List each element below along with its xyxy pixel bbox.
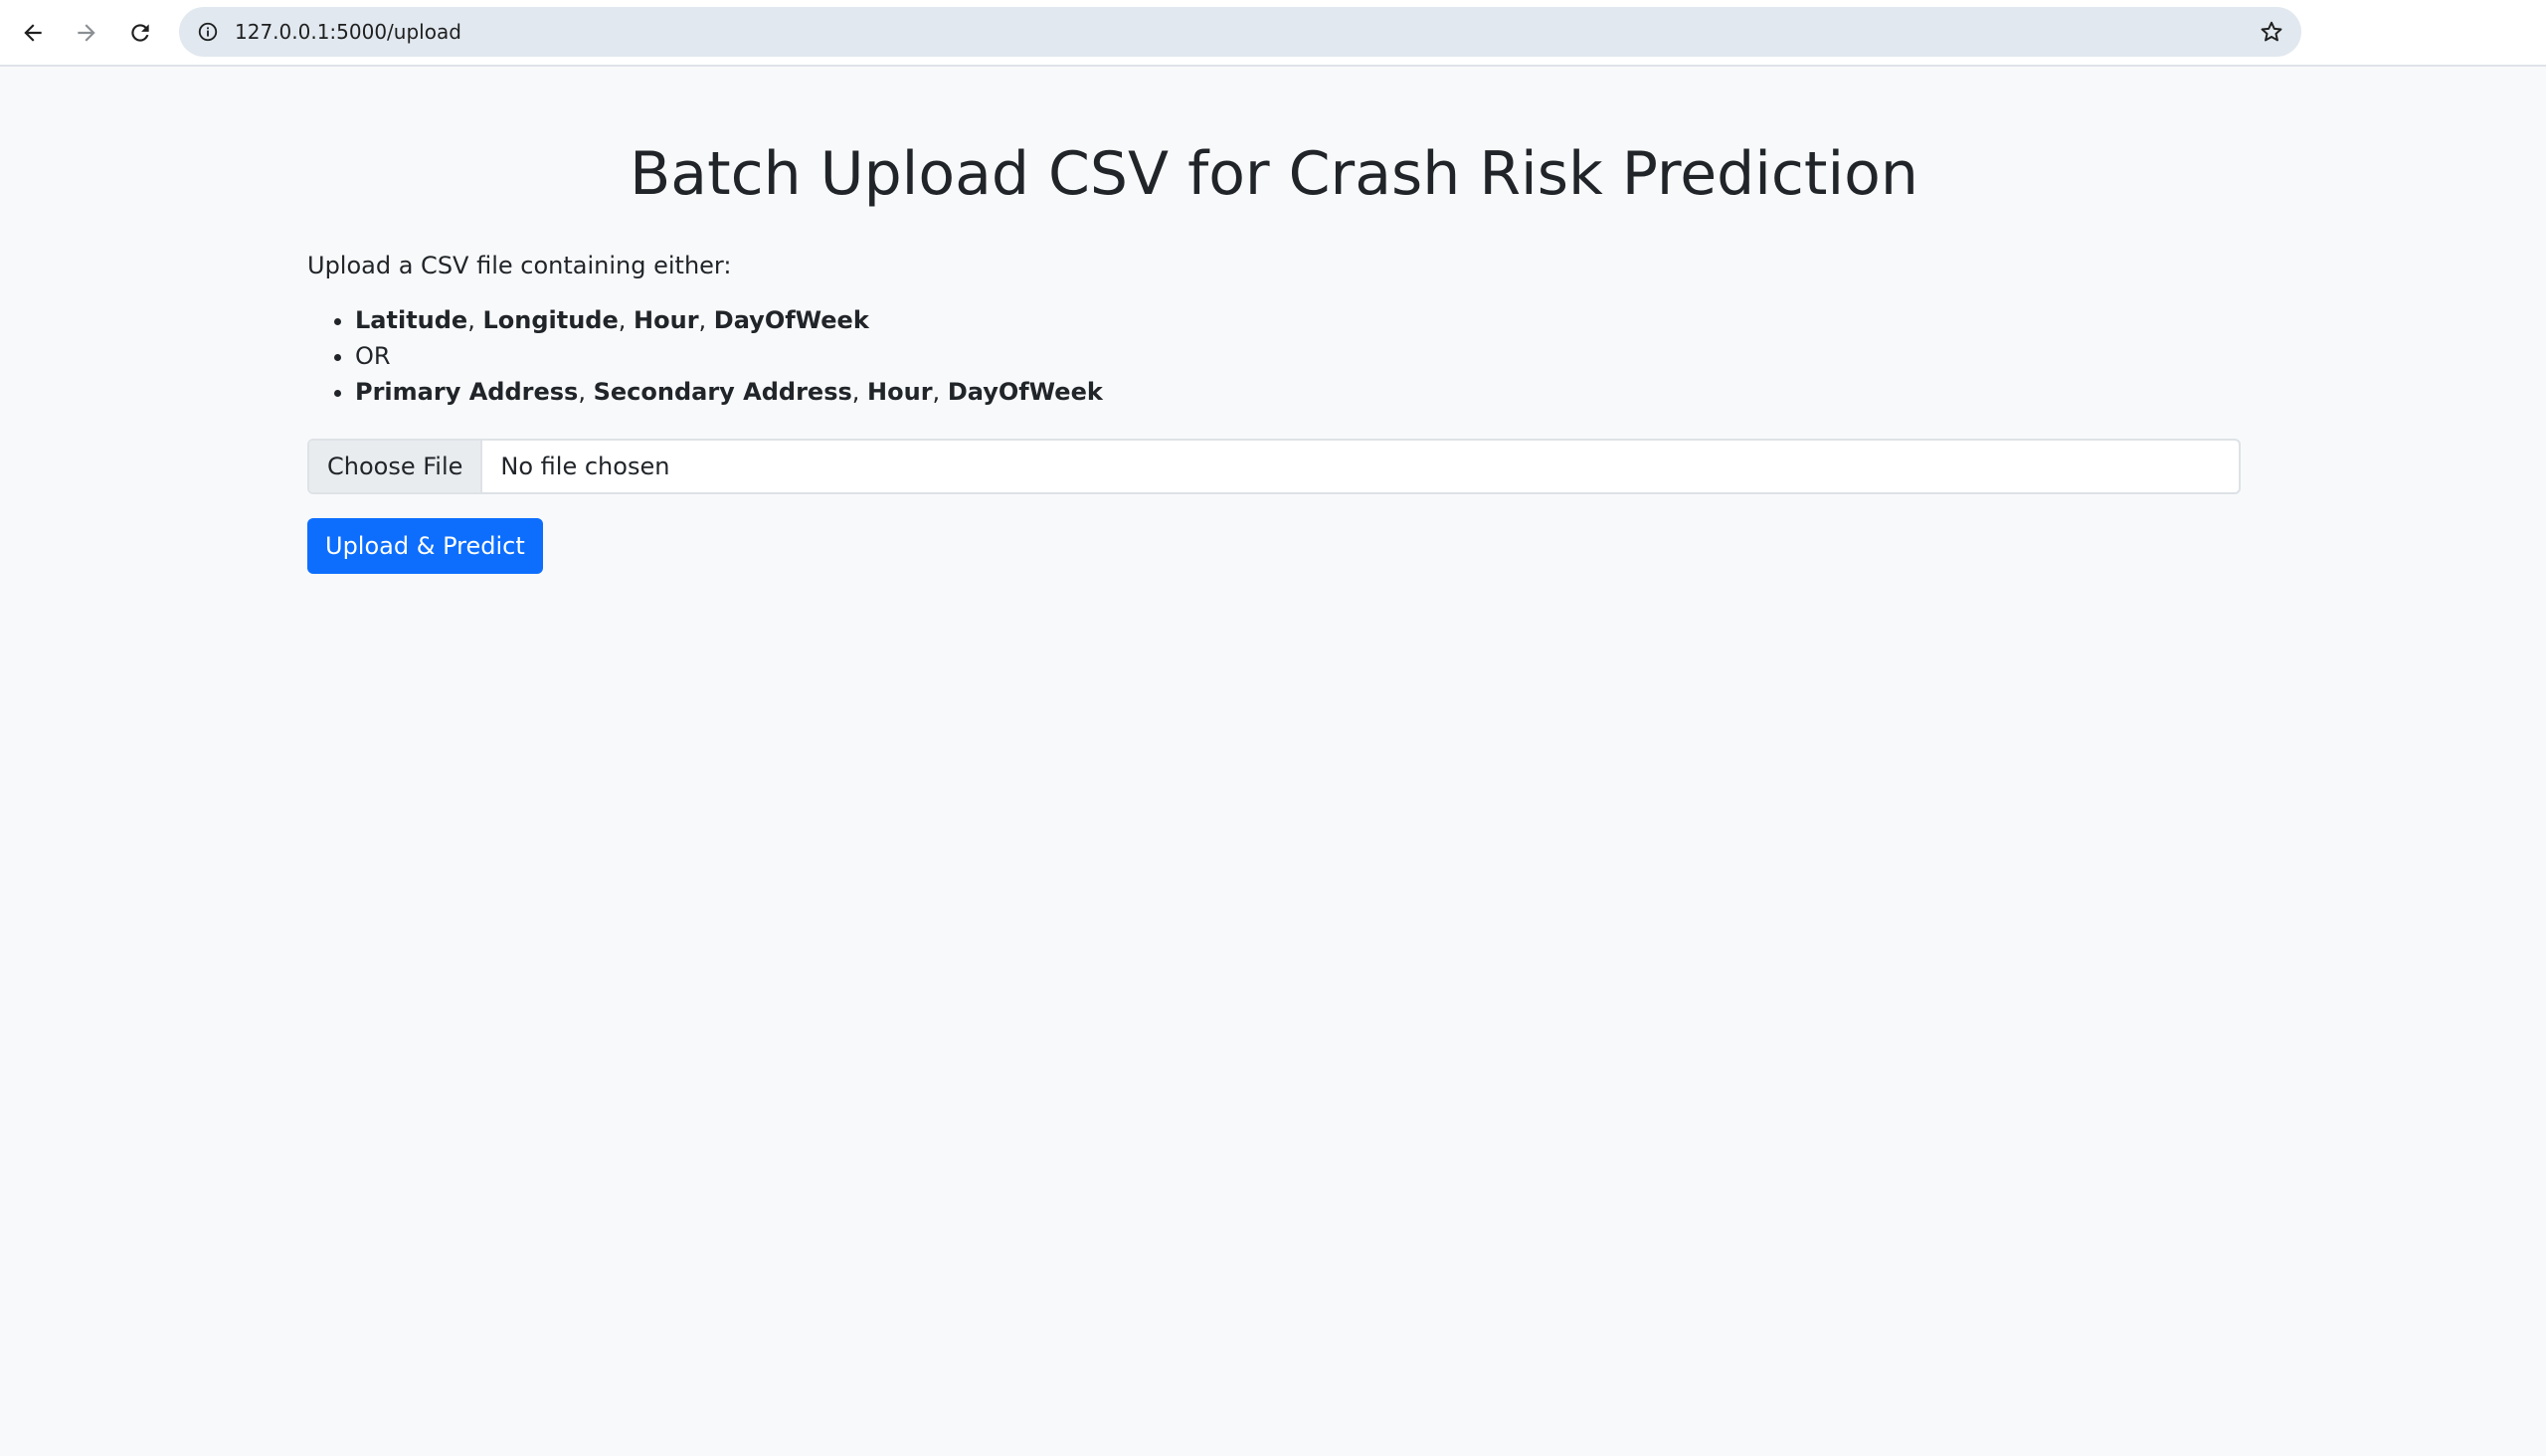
column-name: Hour: [634, 306, 699, 334]
star-icon: [2261, 21, 2282, 42]
list-item: Latitude, Longitude, Hour, DayOfWeek: [355, 302, 1103, 338]
file-input[interactable]: Choose File No file chosen: [307, 439, 2241, 494]
url-text[interactable]: 127.0.0.1:5000/upload: [235, 7, 461, 57]
column-name: Longitude: [482, 306, 619, 334]
arrow-left-icon: [24, 24, 42, 42]
forward-button[interactable]: [66, 12, 107, 54]
page-title: Batch Upload CSV for Crash Risk Predicti…: [630, 139, 1918, 209]
file-status-text: No file chosen: [500, 453, 670, 480]
back-button[interactable]: [12, 12, 54, 54]
list-item: Primary Address, Secondary Address, Hour…: [355, 374, 1103, 410]
arrow-right-icon: [78, 24, 95, 42]
column-name: Hour: [867, 378, 933, 406]
intro-text: Upload a CSV file containing either:: [307, 252, 732, 279]
column-name: DayOfWeek: [947, 378, 1103, 406]
list-item: OR: [355, 338, 1103, 374]
column-name: Secondary Address: [593, 378, 852, 406]
column-name: Latitude: [355, 306, 468, 334]
choose-file-button[interactable]: Choose File: [309, 441, 483, 492]
bookmark-button[interactable]: [2256, 16, 2287, 48]
reload-icon: [131, 24, 149, 42]
column-name: DayOfWeek: [713, 306, 869, 334]
address-bar[interactable]: 127.0.0.1:5000/upload: [179, 7, 2301, 57]
site-info-button[interactable]: [193, 17, 223, 47]
column-name: Primary Address: [355, 378, 579, 406]
upload-predict-button[interactable]: Upload & Predict: [307, 518, 543, 574]
info-icon: [198, 22, 218, 42]
requirements-list: Latitude, Longitude, Hour, DayOfWeek OR …: [307, 302, 1103, 410]
reload-button[interactable]: [119, 12, 161, 54]
browser-toolbar: 127.0.0.1:5000/upload: [0, 0, 2546, 67]
